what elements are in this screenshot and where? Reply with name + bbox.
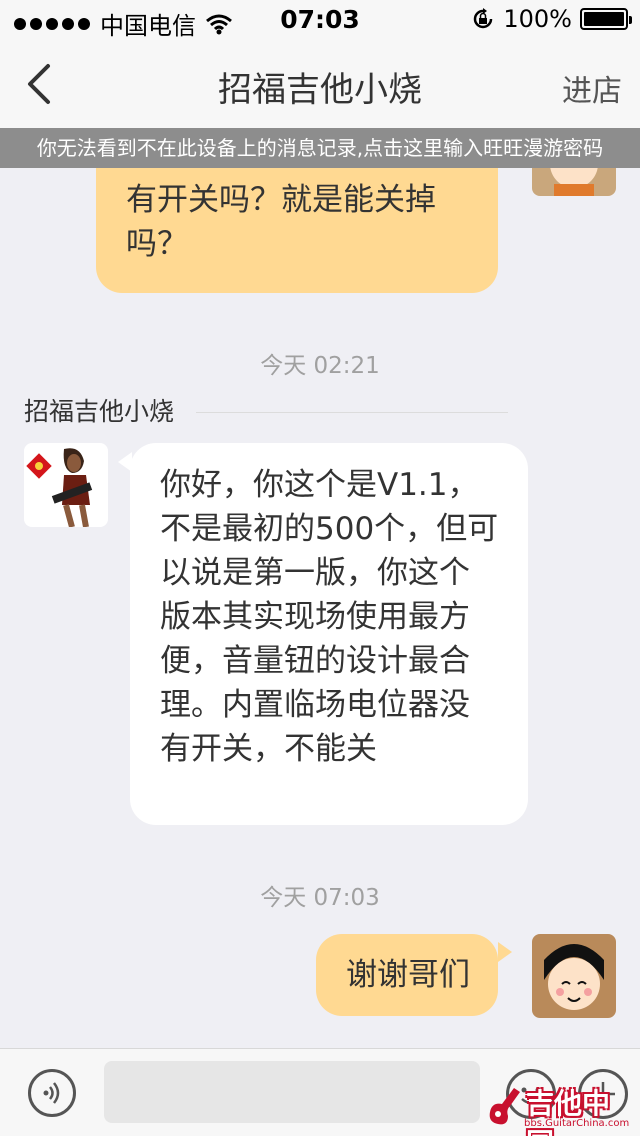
bubble-tail <box>498 942 512 962</box>
message-line: 吗？ <box>126 226 188 262</box>
message-bubble-incoming[interactable]: 你好，你这个是V1.1， 不是最初的500个，但可 以说是第一版，你这个 版本其… <box>130 443 528 825</box>
watermark-url: bbs.GuitarChina.com <box>524 1118 630 1129</box>
message-line: 不是最初的500个，但可 <box>160 511 499 547</box>
message-line: 便，音量钮的设计最合 <box>160 643 470 679</box>
sender-row: 招福吉他小烧 <box>24 392 508 428</box>
message-line: 版本其实现场使用最方 <box>160 599 470 635</box>
battery-icon <box>580 8 632 30</box>
page-title: 招福吉他小烧 <box>218 70 422 110</box>
message-line: 理。内置临场电位器没 <box>160 687 470 723</box>
status-bar: 中国电信 07:03 100% <box>0 0 640 40</box>
guitar-logo-icon <box>489 1088 520 1125</box>
battery-percent: 100% <box>503 5 572 33</box>
divider <box>196 411 508 413</box>
message-line: 有开关，不能关 <box>160 731 377 767</box>
message-line: 有开关吗？就是能关掉 <box>126 182 436 218</box>
message-line: 你好，你这个是V1.1， <box>160 467 479 503</box>
watermark-logo: 吉他中国 bbs.GuitarChina.com <box>484 1080 636 1136</box>
message-bubble-outgoing[interactable]: 谢谢哥们 <box>316 934 498 1016</box>
rotation-lock-icon <box>474 8 493 29</box>
navigation-bar: 招福吉他小烧 进店 <box>0 40 640 128</box>
status-right: 100% <box>471 5 632 33</box>
sender-name: 招福吉他小烧 <box>24 397 175 426</box>
enter-shop-button[interactable]: 进店 <box>562 66 622 110</box>
message-line: 谢谢哥们 <box>346 957 470 993</box>
message-input[interactable] <box>104 1061 480 1123</box>
voice-button[interactable] <box>28 1069 76 1117</box>
contact-avatar[interactable] <box>24 443 108 527</box>
my-avatar[interactable] <box>532 934 616 1018</box>
voice-icon <box>43 1082 60 1104</box>
timestamp: 今天 07:03 <box>260 885 380 911</box>
roaming-password-notice[interactable]: 你无法看到不在此设备上的消息记录,点击这里输入旺旺漫游密码 <box>0 128 640 168</box>
message-line: 以说是第一版，你这个 <box>160 555 470 591</box>
timestamp: 今天 02:21 <box>260 353 380 379</box>
